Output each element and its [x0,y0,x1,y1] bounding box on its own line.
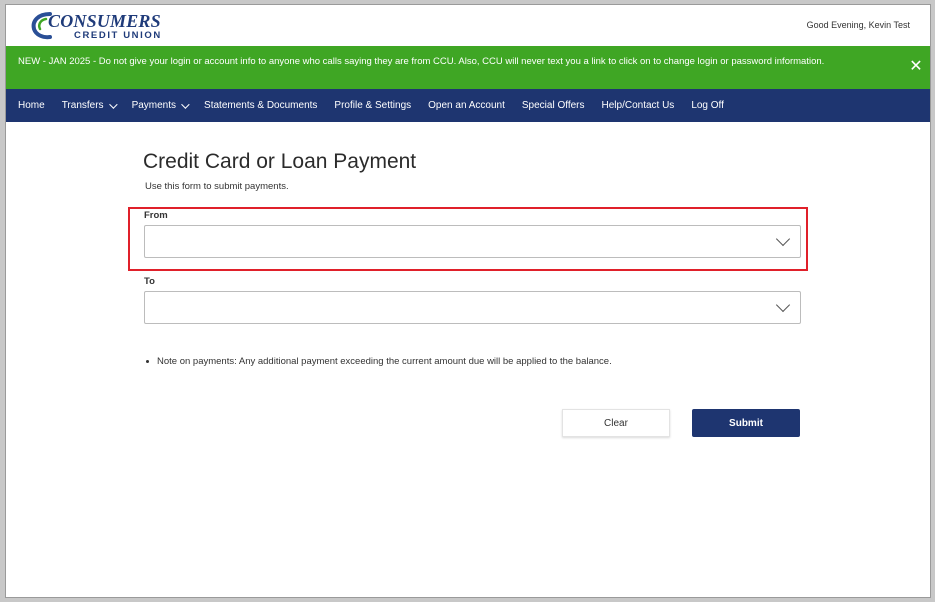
payment-note: Note on payments: Any additional payment… [146,356,612,367]
nav-item-help-contact[interactable]: Help/Contact Us [602,100,675,111]
consumers-credit-union-logo[interactable]: CONSUMERS CREDIT UNION [28,10,168,44]
chevron-down-icon [181,99,190,109]
chevron-down-icon [108,99,118,109]
alert-text: NEW - JAN 2025 - Do not give your login … [18,56,825,67]
nav-item-log-off[interactable]: Log Off [691,100,724,111]
from-account-select[interactable] [144,225,801,258]
browser-page: CONSUMERS CREDIT UNION Good Evening, Kev… [5,4,931,598]
nav-item-special-offers[interactable]: Special Offers [522,100,585,111]
page-title: Credit Card or Loan Payment [143,150,417,173]
nav-item-transfers[interactable]: Transfers [62,99,118,111]
security-alert-banner: NEW - JAN 2025 - Do not give your login … [6,46,930,89]
from-label: From [144,210,168,221]
bullet-icon [146,360,149,363]
main-nav: Home Transfers Payments Statements & Doc… [6,89,930,122]
payment-note-text: Note on payments: Any additional payment… [157,356,612,367]
chevron-down-icon [775,297,791,313]
logo-subtitle: CREDIT UNION [74,30,162,41]
close-icon[interactable]: ✕ [908,59,924,75]
submit-button[interactable]: Submit [692,409,800,437]
to-label: To [144,276,155,287]
nav-item-payments[interactable]: Payments [132,99,190,111]
greeting-text: Good Evening, Kevin Test [806,20,910,30]
to-account-select[interactable] [144,291,801,324]
chevron-down-icon [775,231,791,247]
payment-form: Credit Card or Loan Payment Use this for… [6,122,930,597]
nav-item-open-account[interactable]: Open an Account [428,100,505,111]
site-header: CONSUMERS CREDIT UNION Good Evening, Kev… [6,5,930,46]
page-subtitle: Use this form to submit payments. [145,181,289,192]
logo-name: CONSUMERS [48,11,161,31]
clear-button[interactable]: Clear [562,409,670,437]
nav-item-home[interactable]: Home [18,100,45,111]
nav-item-statements-documents[interactable]: Statements & Documents [204,100,317,111]
nav-item-profile-settings[interactable]: Profile & Settings [334,100,411,111]
